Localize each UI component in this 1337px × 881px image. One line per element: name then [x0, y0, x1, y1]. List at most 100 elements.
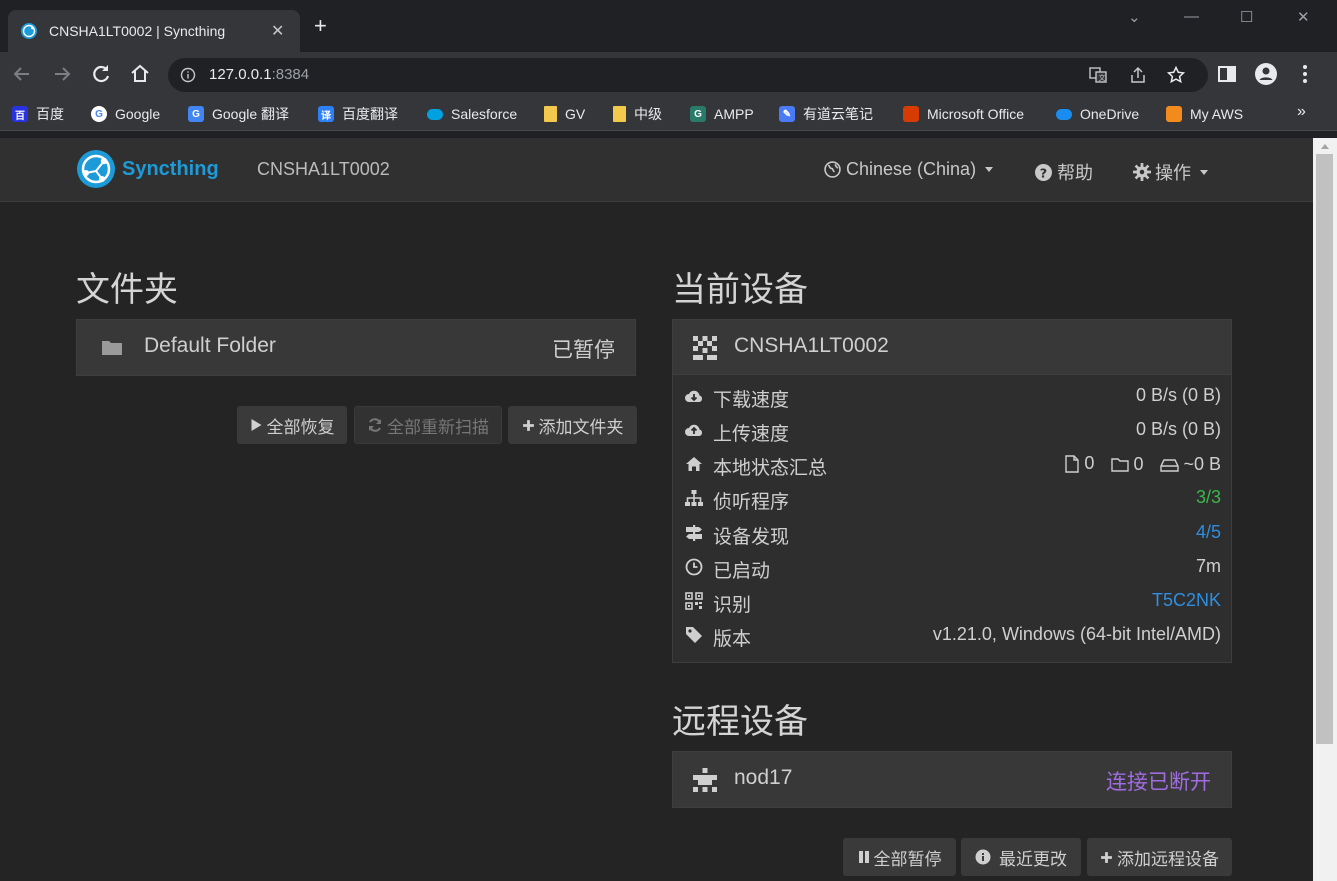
bookmark-my-aws[interactable]: My AWS — [1166, 104, 1243, 124]
local-dirs: 0 — [1111, 454, 1143, 475]
svg-text:文: 文 — [1099, 73, 1106, 82]
bookmark-中级[interactable]: 中级 — [613, 104, 662, 124]
help-link[interactable]: ? 帮助 — [1035, 159, 1093, 185]
language-label: Chinese (China) — [846, 159, 977, 179]
new-tab-icon[interactable]: + — [314, 15, 327, 37]
bookmark-有道云笔记[interactable]: ✎ 有道云笔记 — [779, 104, 873, 124]
maximize-icon[interactable]: ☐ — [1240, 8, 1253, 26]
upload-rate-value: 0 B/s (0 B) — [1135, 419, 1221, 439]
svg-text:?: ? — [1040, 166, 1047, 181]
side-panel-icon[interactable] — [1215, 62, 1239, 86]
bookmark-star-icon[interactable] — [1167, 66, 1185, 84]
this-device-panel: CNSHA1LT0002 下载速度 0 B/s (0 B) 上传速度 0 B/s… — [672, 319, 1232, 663]
bookmark-google-翻译[interactable]: G Google 翻译 — [188, 104, 289, 124]
pause-all-button[interactable]: 全部暂停 — [843, 838, 956, 876]
tab-close-icon[interactable]: ✕ — [271, 21, 284, 41]
file-icon — [1065, 454, 1080, 473]
folder-status: 已暂停 — [552, 339, 615, 362]
browser-tab-active[interactable]: CNSHA1LT0002 | Syncthing ✕ — [8, 10, 300, 52]
translate-icon[interactable]: 文 — [1089, 66, 1107, 84]
language-dropdown[interactable]: Chinese (China) — [824, 159, 994, 180]
google-translate-icon: G — [188, 106, 204, 122]
recent-changes-label: 最近更改 — [999, 849, 1067, 869]
syncthing-favicon-icon — [21, 23, 37, 39]
url-port: :8384 — [271, 66, 310, 83]
local-state-label: 本地状态汇总 — [713, 458, 828, 479]
actions-label: 操作 — [1155, 163, 1191, 183]
bookmark-ampp[interactable]: G AMPP — [690, 104, 754, 124]
actions-dropdown[interactable]: 操作 — [1133, 159, 1208, 185]
question-circle-icon: ? — [1035, 163, 1052, 181]
local-size: ~0 B — [1160, 454, 1221, 475]
brand-name: Syncthing — [122, 157, 219, 180]
address-bar[interactable]: 127.0.0.1:8384 文 — [168, 58, 1208, 92]
cloud-upload-icon — [685, 424, 703, 436]
remote-device-panel-header[interactable]: nod17 连接已断开 — [673, 752, 1231, 807]
minimize-icon[interactable]: — — [1184, 8, 1199, 25]
bookmark-百度[interactable]: 百百度 — [12, 104, 64, 124]
remote-device-name: nod17 — [734, 766, 793, 789]
device-id-value[interactable]: T5C2NK — [1152, 590, 1221, 611]
version-value: v1.21.0, Windows (64-bit Intel/AMD) — [932, 624, 1221, 644]
profile-avatar-icon[interactable] — [1254, 62, 1278, 86]
browser-menu-icon[interactable] — [1293, 62, 1317, 86]
forward-arrow-icon[interactable] — [50, 62, 74, 86]
back-arrow-icon[interactable] — [10, 62, 34, 86]
rescan-all-button[interactable]: 全部重新扫描 — [354, 406, 502, 444]
download-rate-label: 下载速度 — [713, 390, 790, 411]
plus-icon — [1101, 851, 1112, 863]
browser-tabstrip: CNSHA1LT0002 | Syncthing ✕ + ⌄ — ☐ ✕ — [0, 0, 1337, 52]
bookmark-百度翻译[interactable]: 译百度翻译 — [318, 104, 398, 124]
local-size-value: ~0 B — [1183, 454, 1221, 474]
upload-rate-label: 上传速度 — [713, 424, 790, 445]
page-scrollbar[interactable] — [1313, 138, 1337, 881]
device-id-label: 识别 — [713, 595, 752, 616]
bookmark-label: 百度翻译 — [342, 106, 398, 122]
folders-heading: 文件夹 — [76, 271, 178, 309]
version-row: 版本 v1.21.0, Windows (64-bit Intel/AMD) — [673, 618, 1231, 652]
hard-drive-icon — [1160, 458, 1180, 472]
bookmark-label: Google — [115, 106, 161, 122]
baidu-icon: 百 — [12, 106, 28, 122]
bookmark-microsoft-office[interactable]: Microsoft Office — [903, 104, 1024, 124]
bookmark-gv[interactable]: GV — [544, 104, 585, 124]
home-icon[interactable] — [128, 62, 152, 86]
uptime-row: 已启动 7m — [673, 550, 1231, 584]
resume-all-button[interactable]: 全部恢复 — [237, 406, 347, 444]
url-text: 127.0.0.1:8384 — [209, 66, 309, 83]
this-device-panel-header[interactable]: CNSHA1LT0002 — [673, 320, 1231, 375]
play-icon — [251, 419, 261, 431]
bookmark-label: Microsoft Office — [927, 106, 1024, 122]
syncthing-logo[interactable]: Syncthing — [76, 149, 219, 189]
folder-panel[interactable]: Default Folder 已暂停 — [76, 319, 636, 376]
scroll-up-arrow-icon[interactable] — [1321, 144, 1329, 149]
sitemap-icon — [685, 490, 703, 506]
window-close-icon[interactable]: ✕ — [1297, 8, 1310, 26]
add-folder-button[interactable]: 添加文件夹 — [508, 406, 637, 444]
bookmark-google[interactable]: G Google — [91, 104, 160, 124]
listeners-value[interactable]: 3/3 — [1196, 487, 1221, 508]
bookmark-label: AMPP — [714, 106, 754, 122]
remote-device-panel[interactable]: nod17 连接已断开 — [672, 751, 1232, 808]
add-remote-device-button[interactable]: 添加远程设备 — [1087, 838, 1232, 876]
clock-icon — [685, 558, 703, 576]
scroll-thumb[interactable] — [1316, 154, 1333, 744]
tab-search-chevron-icon[interactable]: ⌄ — [1128, 8, 1141, 26]
discovery-value[interactable]: 4/5 — [1196, 522, 1221, 543]
site-info-icon[interactable] — [180, 67, 196, 83]
bookmark-salesforce[interactable]: Salesforce — [427, 104, 517, 124]
reload-icon[interactable] — [89, 62, 113, 86]
folder-panel-header[interactable]: Default Folder 已暂停 — [77, 320, 635, 375]
bookmarks-overflow-icon[interactable]: » — [1297, 103, 1306, 121]
pause-icon — [858, 851, 869, 863]
recent-changes-button[interactable]: 最近更改 — [961, 838, 1081, 876]
bookmark-label: 百度 — [36, 106, 64, 122]
share-icon[interactable] — [1129, 66, 1147, 84]
caret-down-icon — [1200, 169, 1208, 175]
device-identicon-icon — [693, 768, 717, 792]
download-rate-value: 0 B/s (0 B) — [1135, 385, 1221, 405]
this-device-name: CNSHA1LT0002 — [734, 334, 889, 357]
remote-devices-heading: 远程设备 — [672, 703, 808, 741]
bookmark-onedrive[interactable]: OneDrive — [1056, 104, 1139, 124]
cloud-download-icon — [685, 390, 703, 402]
